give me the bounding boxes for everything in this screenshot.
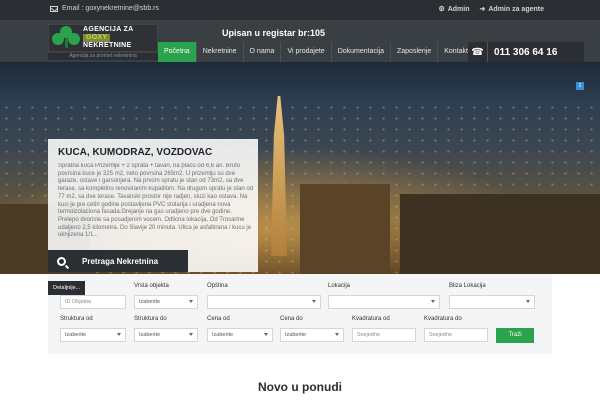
building [300,184,390,274]
opstina-label: Opština [207,283,228,289]
struktura-od-value: Izaberite [65,332,87,338]
kvadratura-od-input[interactable]: Svejedno [352,328,416,342]
admin-agent-label: Admin za agente [488,5,544,13]
nav-item-nekretnine[interactable]: Nekretnine [197,42,244,62]
chevron-down-icon [264,333,268,336]
chevron-down-icon [189,300,193,303]
email-contact[interactable]: Email : goxynekretnine@sbb.rs [50,5,159,12]
chevron-down-icon [312,300,316,303]
logo-line-2: GOXY [83,34,111,42]
envelope-icon [50,5,58,12]
cena-od-label: Cena od [207,316,230,322]
email-text: Email : goxynekretnine@sbb.rs [62,5,159,12]
admin-link[interactable]: ⚙ Admin [438,5,470,14]
cena-do-select[interactable]: Izaberite [280,328,344,342]
clover-icon [51,26,83,50]
site-header: AGENCIJA ZA GOXY NEKRETNINE Agencija za … [0,20,600,62]
cena-od-select[interactable]: Izaberite [207,328,273,342]
nav-item-vi-prodajete[interactable]: Vi prodajete [281,42,332,62]
nav-item-o-nama[interactable]: O nama [244,42,282,62]
lokacija-select[interactable] [328,295,440,309]
phone-icon: ☎ [468,42,488,62]
struktura-od-label: Struktura od [60,316,93,322]
admin-agent-link[interactable]: ➜ Admin za agente [479,5,545,14]
cena-do-label: Cena do [280,316,303,322]
bliza-lokacija-label: Bliza Lokacija [449,283,486,289]
struktura-od-select[interactable]: Izaberite [60,328,126,342]
struktura-do-label: Struktura do [134,316,167,322]
kvadratura-do-label: Kvadratura do [424,316,462,322]
nav-item-zaposlenje[interactable]: Zaposlenje [391,42,439,62]
opstina-select[interactable] [207,295,321,309]
bliza-lokacija-select[interactable] [449,295,535,309]
building [400,194,600,274]
login-icon: ➜ [479,6,486,13]
gear-icon: ⚙ [438,6,445,13]
admin-label: Admin [447,5,470,13]
search-icon [48,250,74,272]
chevron-down-icon [431,300,435,303]
nav-item-pocetna[interactable]: Početna [158,42,197,62]
logo-text: AGENCIJA ZA GOXY NEKRETNINE [83,26,134,50]
cena-do-value: Izaberite [285,332,307,338]
details-button[interactable]: Detaljnije... [48,281,86,295]
chevron-down-icon [335,333,339,336]
logo[interactable]: AGENCIJA ZA GOXY NEKRETNINE [48,24,158,52]
kvadratura-do-input[interactable]: Svejedno [424,328,488,342]
logo-subtitle: Agencija za promet nekretnina [48,53,158,60]
cena-od-value: Izaberite [212,332,234,338]
id-objekta-input[interactable]: ID Objekta [60,295,126,309]
struktura-do-value: Izaberite [139,332,161,338]
slide-badge[interactable]: 2 [576,82,584,90]
search-submit-button[interactable]: Traži [496,328,534,343]
section-title: Novo u ponudi [258,380,342,394]
logo-line-1: AGENCIJA ZA [83,26,134,33]
chevron-down-icon [526,300,530,303]
chevron-down-icon [189,333,193,336]
main-nav: Početna Nekretnine O nama Vi prodajete D… [158,42,475,62]
search-toggle[interactable]: Pretraga Nekretnina [48,250,188,272]
listing-title[interactable]: KUCA, KUMODRAZ, VOZDOVAC [58,147,212,158]
struktura-do-select[interactable]: Izaberite [134,328,198,342]
lokacija-label: Lokacija [328,283,351,289]
search-toggle-label: Pretraga Nekretnina [82,256,159,266]
vrsta-select[interactable]: Izaberite [134,295,198,309]
vrsta-value: Izaberite [139,299,161,305]
logo-line-3: NEKRETNINE [83,42,132,49]
kvadratura-od-label: Kvadratura od [352,316,390,322]
vrsta-label: Vrsta objekta [134,283,169,289]
phone-number: 011 306 64 16 [494,46,558,58]
listing-description: Spratna kuca Prizemlje + 2 sprata + tava… [58,163,254,239]
registry-text: Upisan u registar br:105 [222,28,326,38]
nav-item-dokumentacija[interactable]: Dokumentacija [332,42,391,62]
chevron-down-icon [117,333,121,336]
top-bar: Email : goxynekretnine@sbb.rs ⚙ Admin ➜ … [0,0,600,20]
phone-box[interactable]: ☎ 011 306 64 16 [468,42,584,62]
